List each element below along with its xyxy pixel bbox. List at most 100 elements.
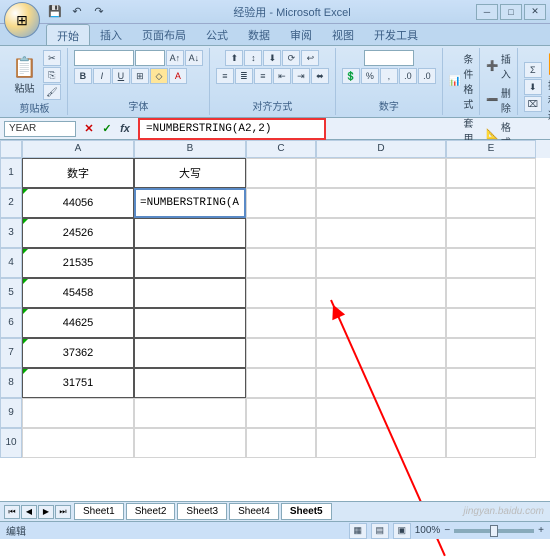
- select-all-corner[interactable]: [0, 140, 22, 158]
- cell-E10[interactable]: [446, 428, 536, 458]
- cell-C1[interactable]: [246, 158, 316, 188]
- cell-B4[interactable]: [134, 248, 246, 278]
- formula-input[interactable]: =NUMBERSTRING(A2,2): [138, 118, 326, 140]
- cell-D2[interactable]: [316, 188, 446, 218]
- cell-D7[interactable]: [316, 338, 446, 368]
- cell-D1[interactable]: [316, 158, 446, 188]
- cell-A7[interactable]: 37362: [22, 338, 134, 368]
- cell-C8[interactable]: [246, 368, 316, 398]
- decrease-indent-button[interactable]: ⇤: [273, 68, 291, 84]
- worksheet-grid[interactable]: A B C D E 1数字大写244056=NUMBERSTRING(A3245…: [0, 140, 550, 458]
- cell-C10[interactable]: [246, 428, 316, 458]
- cell-E2[interactable]: [446, 188, 536, 218]
- cell-C2[interactable]: [246, 188, 316, 218]
- cell-A5[interactable]: 45458: [22, 278, 134, 308]
- number-format-select[interactable]: [364, 50, 414, 66]
- cancel-formula-button[interactable]: ✕: [80, 121, 98, 137]
- cell-A6[interactable]: 44625: [22, 308, 134, 338]
- row-header[interactable]: 9: [0, 398, 22, 428]
- increase-decimal-button[interactable]: .0: [399, 68, 417, 84]
- cell-E6[interactable]: [446, 308, 536, 338]
- cell-A10[interactable]: [22, 428, 134, 458]
- sort-filter-button[interactable]: 🔽 排序和筛选: [544, 50, 550, 124]
- row-header[interactable]: 6: [0, 308, 22, 338]
- cell-A9[interactable]: [22, 398, 134, 428]
- font-size-select[interactable]: [135, 50, 165, 66]
- cell-C3[interactable]: [246, 218, 316, 248]
- tab-view[interactable]: 视图: [322, 24, 364, 45]
- cell-D4[interactable]: [316, 248, 446, 278]
- row-header[interactable]: 4: [0, 248, 22, 278]
- cell-B6[interactable]: [134, 308, 246, 338]
- format-painter-button[interactable]: 🖌: [43, 84, 61, 100]
- row-header[interactable]: 8: [0, 368, 22, 398]
- zoom-out-button[interactable]: −: [444, 525, 450, 536]
- sheet-tab[interactable]: Sheet5: [281, 503, 332, 520]
- office-button[interactable]: ⊞: [4, 2, 40, 38]
- cell-C6[interactable]: [246, 308, 316, 338]
- minimize-button[interactable]: ─: [476, 4, 498, 20]
- cell-A8[interactable]: 31751: [22, 368, 134, 398]
- cell-E5[interactable]: [446, 278, 536, 308]
- copy-button[interactable]: ⎘: [43, 67, 61, 83]
- prev-sheet-button[interactable]: ◀: [21, 505, 37, 519]
- cell-E4[interactable]: [446, 248, 536, 278]
- column-header-a[interactable]: A: [22, 140, 134, 158]
- row-header[interactable]: 7: [0, 338, 22, 368]
- cell-E7[interactable]: [446, 338, 536, 368]
- tab-developer[interactable]: 开发工具: [364, 24, 428, 45]
- row-header[interactable]: 1: [0, 158, 22, 188]
- decrease-decimal-button[interactable]: .0: [418, 68, 436, 84]
- shrink-font-button[interactable]: A↓: [185, 50, 203, 66]
- cell-D10[interactable]: [316, 428, 446, 458]
- fx-button[interactable]: fx: [116, 121, 134, 137]
- autosum-button[interactable]: Σ: [524, 62, 542, 78]
- align-bottom-button[interactable]: ⬇: [263, 50, 281, 66]
- sheet-tab[interactable]: Sheet4: [229, 503, 279, 520]
- font-family-select[interactable]: [74, 50, 134, 66]
- tab-review[interactable]: 审阅: [280, 24, 322, 45]
- tab-insert[interactable]: 插入: [90, 24, 132, 45]
- cell-C7[interactable]: [246, 338, 316, 368]
- fill-color-button[interactable]: ◇: [150, 68, 168, 84]
- cell-B5[interactable]: [134, 278, 246, 308]
- bold-button[interactable]: B: [74, 68, 92, 84]
- grow-font-button[interactable]: A↑: [166, 50, 184, 66]
- align-center-button[interactable]: ≣: [235, 68, 253, 84]
- zoom-in-button[interactable]: +: [538, 525, 544, 536]
- cell-E3[interactable]: [446, 218, 536, 248]
- cell-C9[interactable]: [246, 398, 316, 428]
- underline-button[interactable]: U: [112, 68, 130, 84]
- normal-view-button[interactable]: ▦: [349, 523, 367, 539]
- redo-icon[interactable]: ↷: [90, 3, 108, 21]
- tab-formulas[interactable]: 公式: [196, 24, 238, 45]
- align-right-button[interactable]: ≡: [254, 68, 272, 84]
- italic-button[interactable]: I: [93, 68, 111, 84]
- paste-button[interactable]: 📋 粘贴: [8, 53, 41, 97]
- sheet-tab[interactable]: Sheet1: [74, 503, 124, 520]
- fill-button[interactable]: ⬇: [524, 79, 542, 95]
- cell-B3[interactable]: [134, 218, 246, 248]
- insert-cells-button[interactable]: ➕ 插入: [486, 50, 510, 82]
- row-header[interactable]: 3: [0, 218, 22, 248]
- row-header[interactable]: 5: [0, 278, 22, 308]
- page-layout-view-button[interactable]: ▤: [371, 523, 389, 539]
- currency-button[interactable]: 💲: [342, 68, 360, 84]
- undo-icon[interactable]: ↶: [68, 3, 86, 21]
- cell-B8[interactable]: [134, 368, 246, 398]
- cell-A1[interactable]: 数字: [22, 158, 134, 188]
- cell-B7[interactable]: [134, 338, 246, 368]
- clear-button[interactable]: ⌧: [524, 96, 542, 112]
- cell-C4[interactable]: [246, 248, 316, 278]
- name-box[interactable]: YEAR: [4, 121, 76, 137]
- align-top-button[interactable]: ⬆: [225, 50, 243, 66]
- column-header-d[interactable]: D: [316, 140, 446, 158]
- zoom-slider[interactable]: [454, 529, 534, 533]
- tab-home[interactable]: 开始: [46, 24, 90, 45]
- cell-E9[interactable]: [446, 398, 536, 428]
- cell-A2[interactable]: 44056: [22, 188, 134, 218]
- column-header-b[interactable]: B: [134, 140, 246, 158]
- column-header-c[interactable]: C: [246, 140, 316, 158]
- cell-B2[interactable]: =NUMBERSTRING(A: [134, 188, 246, 218]
- cell-A3[interactable]: 24526: [22, 218, 134, 248]
